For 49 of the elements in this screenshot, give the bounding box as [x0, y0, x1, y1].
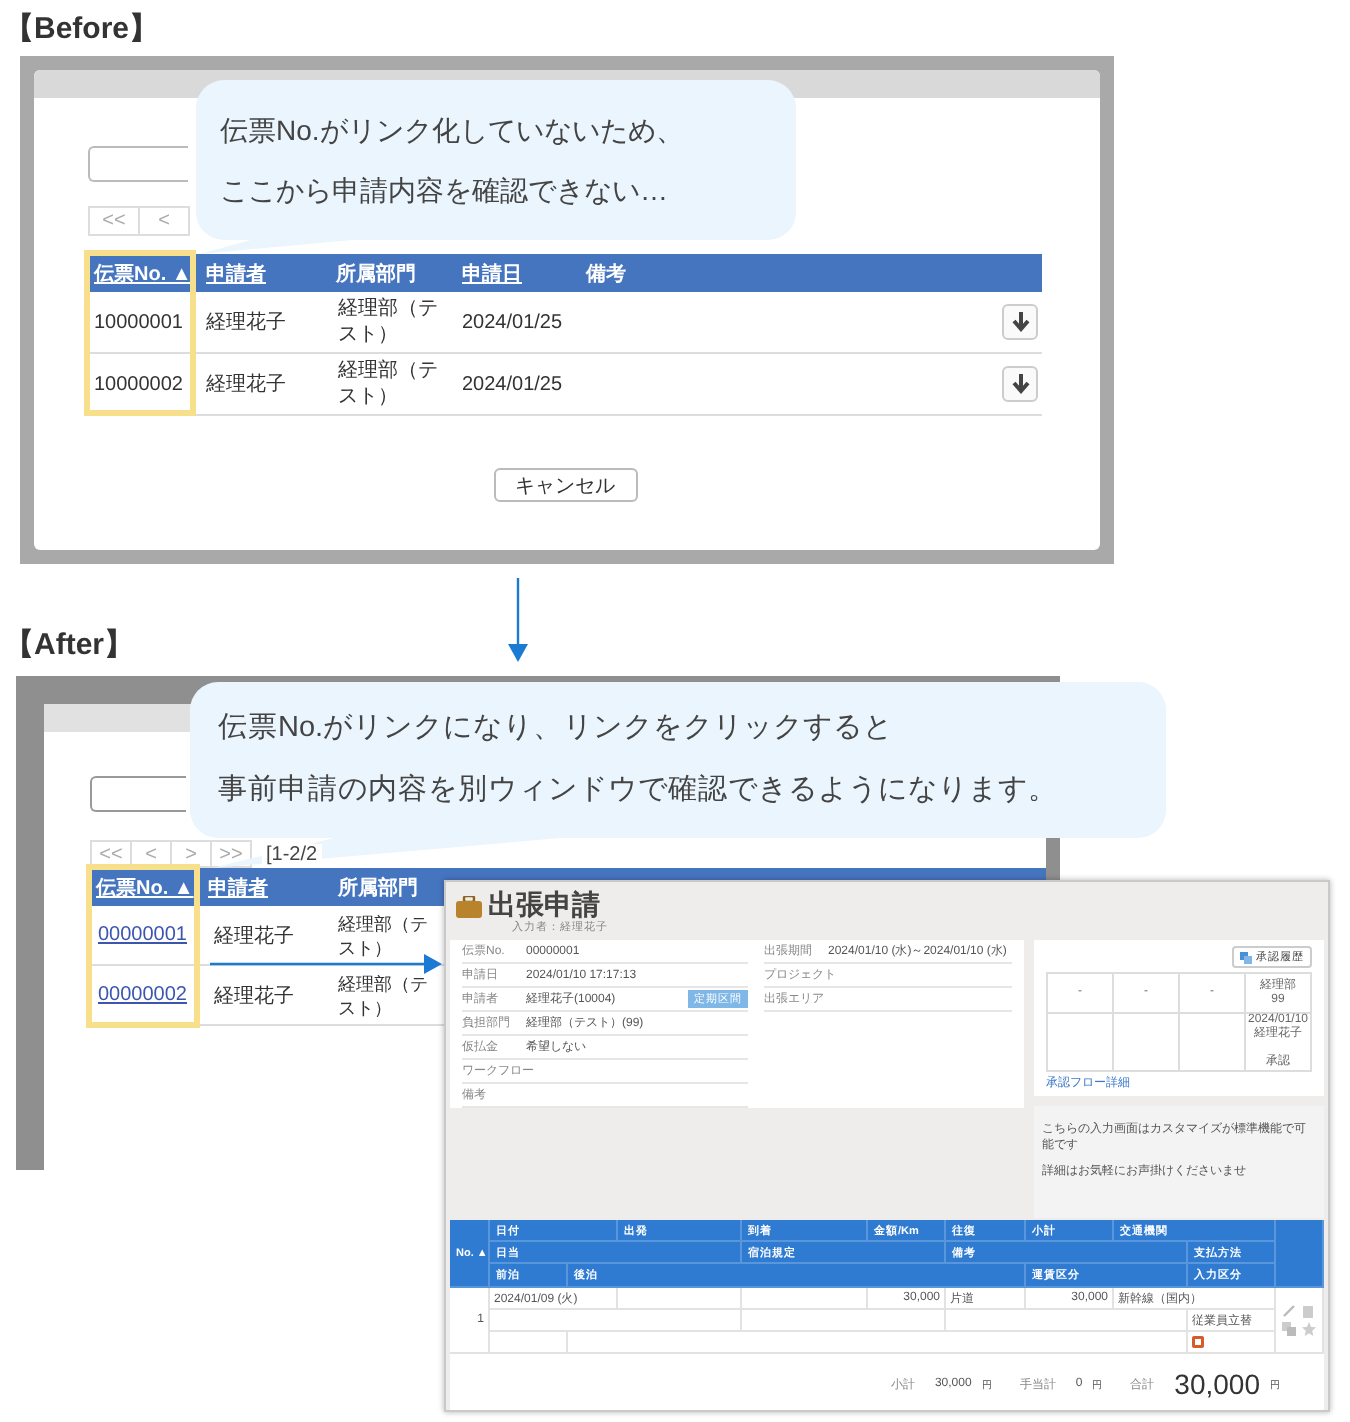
- table-cell-text: 2024/01/25: [460, 373, 565, 395]
- down-arrow-icon: [1011, 312, 1029, 332]
- copy-icon[interactable]: [1281, 1322, 1295, 1336]
- table-cell-text: 経理花子: [212, 983, 296, 1009]
- table-cell-text: 10000001: [92, 311, 185, 333]
- briefcase-icon: [456, 896, 482, 918]
- column-header[interactable]: 伝票No. ▲: [88, 259, 200, 287]
- column-header: 備考: [583, 261, 628, 287]
- squares-icon: [1240, 951, 1252, 963]
- table-cell-text: 経理部（テスト）: [336, 296, 440, 348]
- download-button[interactable]: [1002, 304, 1038, 340]
- column-header: 所属部門: [336, 875, 420, 901]
- column-header[interactable]: 申請日: [456, 259, 580, 287]
- table-cell-text: 経理花子: [212, 923, 296, 949]
- table-cell: [1180, 1014, 1246, 1072]
- column-header: 所属部門: [334, 261, 418, 287]
- total-value: 30,000: [1174, 1368, 1260, 1400]
- column-header[interactable]: 申請者: [200, 259, 330, 287]
- table-cell-text: 経理花子: [204, 371, 288, 398]
- search-field[interactable]: [88, 146, 188, 182]
- window-title: 出張申請: [488, 890, 602, 920]
- down-arrow-icon: [1011, 374, 1029, 394]
- column-header: [1276, 1220, 1324, 1288]
- table-cell-text: 経理部（テスト）: [336, 911, 430, 959]
- table-cell: [618, 1288, 742, 1310]
- edit-icon[interactable]: [1281, 1304, 1295, 1318]
- star-icon[interactable]: [1301, 1322, 1315, 1336]
- square-icon: [1192, 1336, 1204, 1348]
- down-arrow: [506, 578, 530, 662]
- section-heading: 【After】: [4, 626, 135, 664]
- column-header[interactable]: 伝票No. ▲: [90, 873, 202, 901]
- voucher-link[interactable]: 00000001: [98, 924, 187, 946]
- voucher-link[interactable]: 00000002: [98, 984, 187, 1006]
- column-header[interactable]: 申請者: [202, 873, 332, 901]
- table-cell-text: 経理花子: [204, 309, 288, 336]
- table-cell: [1114, 1014, 1180, 1072]
- pager-button[interactable]: <<: [88, 206, 140, 236]
- table-cell: [742, 1288, 868, 1310]
- pager-button[interactable]: <: [138, 206, 190, 236]
- table-cell-text: 経理部（テスト）: [336, 358, 440, 410]
- delete-icon[interactable]: [1301, 1304, 1313, 1318]
- download-button[interactable]: [1002, 366, 1038, 402]
- table-cell-text: 2024/01/25: [460, 311, 565, 333]
- table-cell-text: 10000002: [92, 373, 185, 395]
- cancel-button[interactable]: キャンセル: [493, 468, 637, 502]
- table-cell-text: 経理部（テスト）: [336, 971, 430, 1019]
- search-field[interactable]: [90, 776, 186, 812]
- page-info: [1-2/2: [262, 843, 322, 865]
- section-heading: 【Before】: [4, 9, 160, 47]
